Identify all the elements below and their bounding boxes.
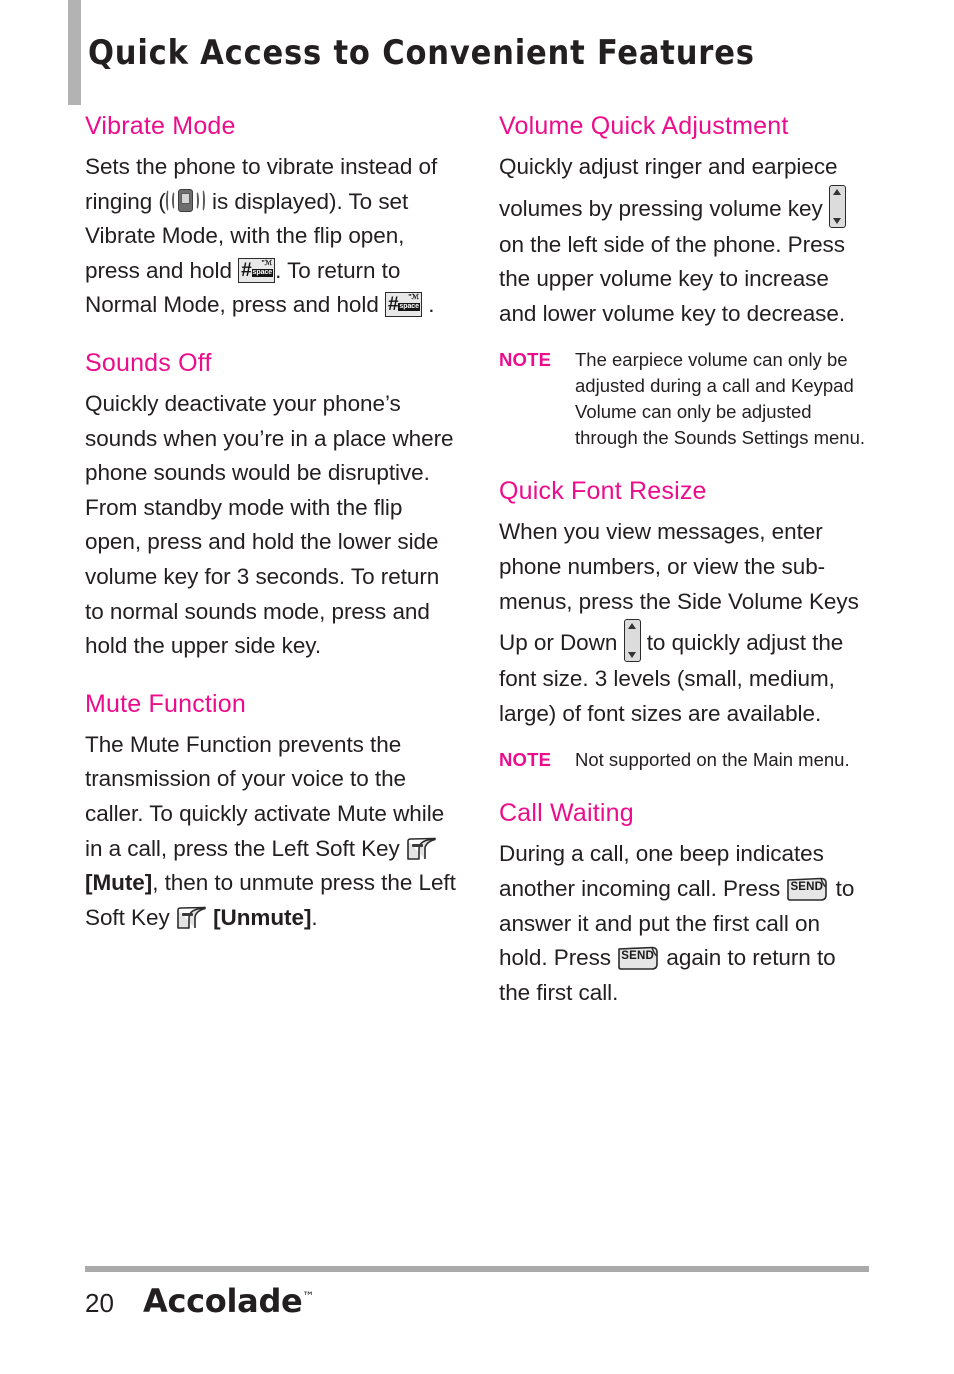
section-heading-vibrate-mode: Vibrate Mode [85,112,236,140]
soft-key-dash [411,843,423,847]
hash-key-top-label: "ℳ [261,259,273,267]
page-header: Quick Access to Convenient Features [0,0,954,108]
note-body: Not supported on the Main menu. [575,749,850,771]
right-column: Volume Quick Adjustment Quickly adjust r… [499,112,871,1010]
page-number: 20 [85,1288,114,1318]
note-block-volume: NOTE The earpiece volume can only be adj… [499,347,871,451]
send-key-icon: SEND [786,877,829,902]
section-volume-quick-adjustment: Volume Quick Adjustment Quickly adjust r… [499,112,871,451]
brand-name: Accolade™ [143,1282,314,1320]
left-column: Vibrate Mode Sets the phone to vibrate i… [85,112,457,935]
hash-key-space-label: space [398,303,420,312]
section-body-volume-quick-adjustment: Quickly adjust ringer and earpiece volum… [499,150,871,331]
brand-text: Accolade [143,1282,303,1320]
section-heading-volume-quick-adjustment: Volume Quick Adjustment [499,112,789,140]
page-title: Quick Access to Convenient Features [88,33,755,73]
sounds-off-paragraph-1: Quickly deactivate your phone’s sounds w… [85,390,454,486]
page-footer: 20 Accolade™ [0,1254,954,1374]
volume-down-triangle-icon [628,652,636,659]
hash-space-key-icon: # "ℳ space [238,257,276,283]
vibrate-text-4: . [422,292,435,318]
note-label: NOTE [499,349,552,371]
footer-divider [85,1266,869,1272]
vibrate-phone-icon [165,188,206,213]
unmute-label-bold: [Unmute] [213,904,312,930]
send-key-icon: SEND [617,946,660,971]
hash-key-space-label: space [251,268,274,277]
document-page: Quick Access to Convenient Features Vibr… [0,0,954,1374]
send-key-label: SEND [621,950,654,963]
left-soft-key-icon [406,837,437,861]
left-soft-key-icon [176,906,207,930]
hash-glyph: # [241,259,252,281]
volume-text-2: on the left side of the phone. Press the… [499,231,846,326]
section-vibrate-mode: Vibrate Mode Sets the phone to vibrate i… [85,112,457,323]
hash-key-top-label: "ℳ [408,294,419,302]
section-heading-mute-function: Mute Function [85,689,247,718]
section-body-quick-font-resize: When you view messages, enter phone numb… [499,515,871,731]
volume-down-triangle-icon [833,217,842,224]
volume-text-1: Quickly adjust ringer and earpiece volum… [499,154,838,221]
send-key-label: SEND [790,880,824,893]
section-call-waiting: Call Waiting During a call, one beep ind… [499,799,871,1010]
hash-glyph: # [388,294,399,316]
header-accent-bar [68,0,81,105]
note-body: The earpiece volume can only be adjusted… [575,349,866,449]
note-block-font-resize: NOTE Not supported on the Main menu. [499,747,871,773]
call-waiting-text-1: During a call, one beep indicates anothe… [499,841,824,901]
soft-key-dash [181,912,193,917]
mute-text-5: . [311,904,318,930]
volume-up-triangle-icon [833,188,842,195]
section-body-call-waiting: During a call, one beep indicates anothe… [499,837,871,1010]
section-sounds-off: Sounds Off Quickly deactivate your phone… [85,349,457,664]
volume-up-triangle-icon [628,623,636,630]
section-heading-call-waiting: Call Waiting [499,799,634,828]
section-quick-font-resize: Quick Font Resize When you view messages… [499,477,871,773]
trademark-symbol: ™ [302,1289,315,1304]
section-heading-sounds-off: Sounds Off [85,348,212,377]
section-body-mute-function: The Mute Function prevents the transmiss… [85,728,457,936]
volume-rocker-key-icon [623,619,641,663]
section-body-vibrate-mode: Sets the phone to vibrate instead of rin… [85,150,457,323]
mute-text-1: The Mute Function prevents the transmiss… [85,731,445,861]
sounds-off-paragraph-2: From standby mode with the flip open, pr… [85,494,440,659]
section-heading-quick-font-resize: Quick Font Resize [499,477,707,506]
section-mute-function: Mute Function The Mute Function prevents… [85,690,457,936]
mute-label-bold: [Mute] [85,870,153,896]
note-label: NOTE [499,749,552,771]
volume-rocker-key-icon [828,184,846,228]
hash-space-key-icon: # "ℳ space [385,292,422,318]
